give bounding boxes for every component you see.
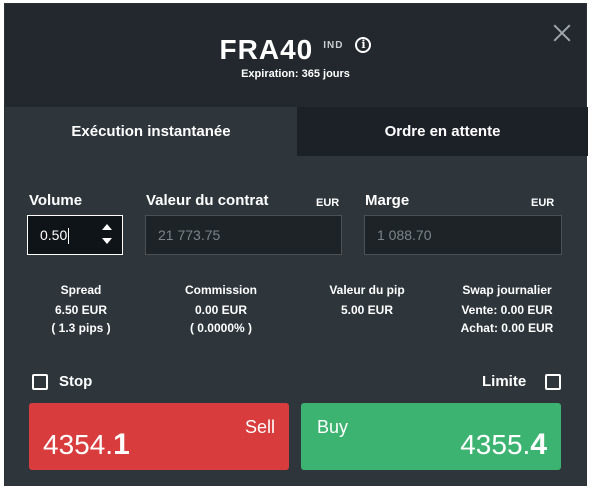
stepper-up-icon[interactable]	[102, 224, 112, 230]
text-caret	[68, 228, 70, 245]
order-dialog: FRA40 IND i Expiration: 365 jours Exécutio…	[4, 3, 588, 486]
spread-value: 6.50 EUR	[54, 303, 108, 317]
swap-sell-value: Vente: 0.00 EUR	[461, 303, 553, 317]
contract-value-label: Valeur du contrat	[146, 192, 269, 209]
instrument-header: FRA40 IND i	[5, 34, 586, 66]
instrument-type-badge: IND	[323, 40, 344, 52]
buy-price-main: 4355.	[460, 429, 531, 460]
limit-checkbox[interactable]	[545, 374, 561, 390]
spread-pips: ( 1.3 pips )	[51, 321, 111, 335]
contract-value-currency: EUR	[316, 197, 340, 209]
margin-currency: EUR	[531, 197, 555, 209]
buy-price: 4355.4	[460, 428, 547, 462]
buy-button[interactable]: Buy 4355.4	[301, 403, 561, 470]
spread-label: Spread	[60, 283, 102, 297]
commission-stat: Commission 0.00 EUR ( 0.0000% )	[161, 280, 281, 336]
volume-stepper[interactable]	[102, 224, 112, 246]
pip-value-value: 5.00 EUR	[340, 303, 394, 317]
stepper-down-icon[interactable]	[102, 238, 112, 244]
pip-value-label: Valeur du pip	[329, 283, 405, 297]
daily-swap-label: Swap journalier	[462, 283, 552, 297]
sell-price-main: 4354.	[43, 429, 114, 460]
volume-input[interactable]: 0.50	[27, 215, 123, 255]
buy-label: Buy	[317, 417, 349, 437]
swap-buy-value: Achat: 0.00 EUR	[460, 321, 554, 335]
sell-label: Sell	[244, 417, 275, 437]
sell-button[interactable]: Sell 4354.1	[29, 403, 289, 470]
limit-label: Limite	[482, 373, 527, 390]
order-type-tabs: Exécution instantanée Ordre en attente	[5, 107, 588, 156]
instrument-symbol: FRA40	[219, 34, 314, 65]
stop-checkbox[interactable]	[32, 374, 48, 390]
contract-value-field: 21 773.75	[145, 215, 342, 255]
commission-percent: ( 0.0000% )	[189, 321, 253, 335]
daily-swap-stat: Swap journalier Vente: 0.00 EUR Achat: 0…	[441, 280, 573, 336]
close-icon[interactable]	[553, 24, 571, 42]
margin-label: Marge	[365, 192, 410, 209]
tab-instant-execution[interactable]: Exécution instantanée	[5, 107, 297, 156]
commission-label: Commission	[184, 283, 257, 297]
buy-price-pip: 4	[530, 428, 547, 461]
sell-price: 4354.1	[43, 428, 130, 462]
stop-label: Stop	[59, 373, 93, 390]
info-icon[interactable]: i	[355, 37, 372, 54]
commission-value: 0.00 EUR	[194, 303, 248, 317]
margin-field: 1 088.70	[364, 215, 562, 255]
spread-stat: Spread 6.50 EUR ( 1.3 pips )	[21, 280, 141, 336]
order-form: Volume 0.50 Valeur du contrat EUR 21 773…	[5, 156, 586, 485]
tab-pending-order[interactable]: Ordre en attente	[297, 107, 588, 156]
pip-value-stat: Valeur du pip 5.00 EUR	[307, 280, 427, 320]
volume-label: Volume	[29, 192, 83, 209]
volume-value: 0.50	[40, 227, 68, 243]
sell-price-pip: 1	[113, 428, 130, 461]
expiration-text: Expiration: 365 jours	[241, 68, 350, 80]
